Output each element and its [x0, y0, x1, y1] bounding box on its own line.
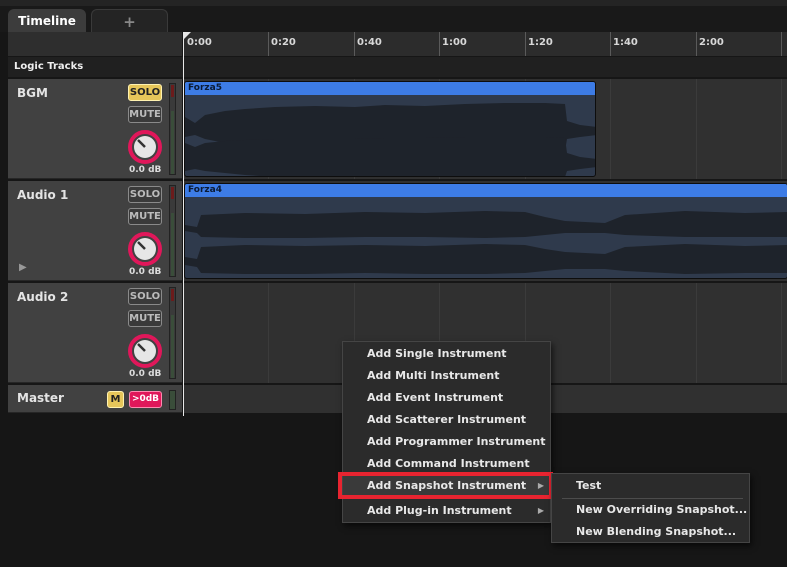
waveform: [185, 211, 787, 274]
menu-item-add-multi-instrument[interactable]: Add Multi Instrument: [343, 365, 550, 387]
ruler-label: 1:00: [442, 37, 467, 48]
audio-clip-forza4[interactable]: Forza4: [184, 183, 787, 279]
level-meter: [169, 390, 176, 410]
clip-label: Forza5: [185, 82, 595, 95]
mute-button[interactable]: MUTE: [128, 106, 162, 123]
mute-button[interactable]: MUTE: [128, 208, 162, 225]
master-mute-button[interactable]: M: [107, 391, 124, 408]
track-lane-audio-1[interactable]: Forza4: [183, 181, 787, 281]
logic-tracks-bar: [8, 57, 787, 77]
submenu-arrow-icon: ▶: [537, 506, 544, 515]
volume-readout: 0.0 dB: [129, 267, 162, 277]
track-header-audio-2[interactable]: Audio 2 SOLO MUTE 0.0 dB: [8, 283, 182, 383]
ruler-label: 1:40: [613, 37, 638, 48]
ruler-left-spacer: [8, 32, 182, 56]
waveform: [185, 103, 595, 176]
menu-item-add-single-instrument[interactable]: Add Single Instrument: [343, 343, 550, 365]
mute-button[interactable]: MUTE: [128, 310, 162, 327]
menu-item-label: Add Plug-in Instrument: [367, 504, 512, 517]
volume-knob[interactable]: [127, 333, 163, 369]
menu-item-add-event-instrument[interactable]: Add Event Instrument: [343, 387, 550, 409]
track-name: Master: [17, 391, 64, 405]
menu-item-add-scatterer-instrument[interactable]: Add Scatterer Instrument: [343, 409, 550, 431]
audio-clip-forza5[interactable]: Forza5: [184, 81, 596, 177]
track-name: Audio 2: [17, 290, 69, 304]
solo-button[interactable]: SOLO: [128, 186, 162, 203]
logic-tracks-label: Logic Tracks: [14, 61, 84, 72]
master-volume-button[interactable]: >0dB: [129, 391, 162, 408]
level-meter: [169, 83, 176, 175]
tab-bar: Timeline +: [0, 6, 787, 35]
track-name: Audio 1: [17, 188, 69, 202]
volume-knob[interactable]: [127, 129, 163, 165]
menu-item-add-plug-in-instrument[interactable]: Add Plug-in Instrument ▶: [343, 500, 550, 522]
solo-button[interactable]: SOLO: [128, 288, 162, 305]
level-meter: [169, 185, 176, 277]
playhead-marker-icon[interactable]: [183, 32, 191, 40]
ruler-label: 0:20: [271, 37, 296, 48]
track-header-audio-1[interactable]: Audio 1 SOLO MUTE 0.0 dB ▶: [8, 181, 182, 281]
highlight-annotation: [338, 472, 553, 499]
volume-knob[interactable]: [127, 231, 163, 267]
track-header-bgm[interactable]: BGM SOLO MUTE 0.0 dB: [8, 79, 182, 179]
ruler-label: 2:00: [699, 37, 724, 48]
track-name: BGM: [17, 86, 48, 100]
ruler-label: 0:40: [357, 37, 382, 48]
snapshot-submenu: Test New Overriding Snapshot... New Blen…: [551, 473, 750, 543]
timeline-ruler[interactable]: 0:00 0:20 0:40 1:00 1:20 1:40 2:00: [183, 32, 787, 56]
ruler-label: 1:20: [528, 37, 553, 48]
playhead[interactable]: [183, 32, 184, 416]
submenu-item-new-blending-snapshot[interactable]: New Blending Snapshot...: [552, 521, 749, 543]
level-meter: [169, 287, 176, 379]
expand-track-icon[interactable]: ▶: [19, 262, 27, 273]
solo-button[interactable]: SOLO: [128, 84, 162, 101]
track-lane-bgm[interactable]: Forza5: [183, 79, 787, 179]
menu-item-add-programmer-instrument[interactable]: Add Programmer Instrument: [343, 431, 550, 453]
volume-readout: 0.0 dB: [129, 369, 162, 379]
submenu-item-test[interactable]: Test: [552, 475, 749, 497]
track-header-master[interactable]: Master M >0dB: [8, 385, 182, 413]
volume-readout: 0.0 dB: [129, 165, 162, 175]
clip-label: Forza4: [185, 184, 787, 197]
submenu-item-new-overriding-snapshot[interactable]: New Overriding Snapshot...: [552, 499, 749, 521]
